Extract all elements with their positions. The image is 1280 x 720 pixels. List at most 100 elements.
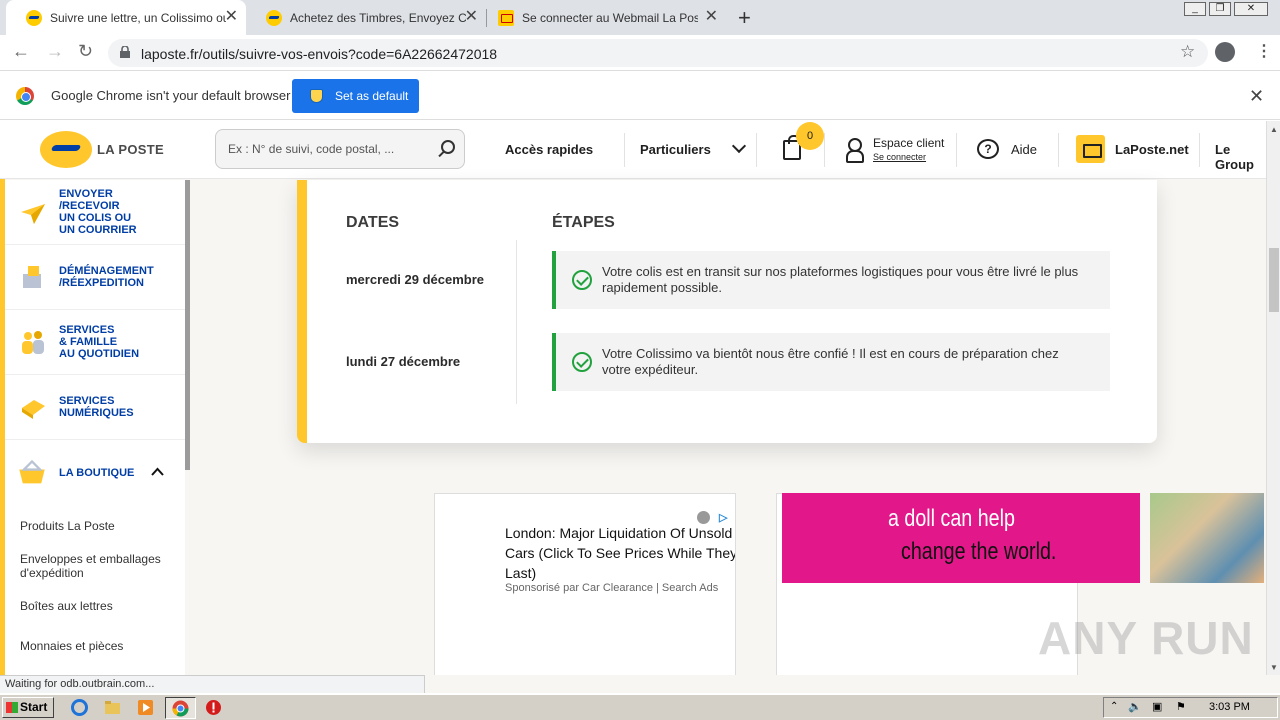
espace-client-link[interactable]: Espace client xyxy=(873,136,944,150)
doll-banner-ad[interactable]: a doll can help change the world. xyxy=(782,493,1140,583)
clock: 3:03 PM xyxy=(1209,701,1250,713)
dates-header: DATES xyxy=(346,214,400,231)
sponsored-ad[interactable]: ▷ London: Major Liquidation Of Unsold Ca… xyxy=(434,493,736,675)
cart-count-badge: 0 xyxy=(796,122,824,150)
digital-services-icon xyxy=(22,400,45,419)
chevron-up-icon[interactable] xyxy=(151,467,164,476)
ie-icon[interactable] xyxy=(71,699,88,716)
ad-photo-children[interactable] xyxy=(1150,493,1264,583)
nav-divider xyxy=(956,133,957,167)
flag-icon[interactable]: ⚑ xyxy=(1176,700,1186,713)
search-input[interactable]: Ex : N° de suivi, code postal, ... xyxy=(215,129,465,169)
event-date: lundi 27 décembre xyxy=(346,354,461,369)
steps-header: ÉTAPES xyxy=(552,214,615,231)
stop-icon[interactable] xyxy=(205,699,222,716)
family-icon xyxy=(22,331,44,354)
profile-avatar-icon[interactable] xyxy=(1215,42,1235,62)
search-icon[interactable] xyxy=(441,140,455,154)
tab-timbres[interactable]: Achetez des Timbres, Envoyez Cour ✕ xyxy=(246,0,486,35)
boutique-item-produits[interactable]: Produits La Poste xyxy=(20,519,115,533)
sidebar-item-envoyer[interactable]: ENVOYER /RECEVOIR UN COLIS OU UN COURRIE… xyxy=(5,180,185,245)
page-scrollbar[interactable]: ▲ ▼ xyxy=(1266,121,1280,675)
tracking-step: Votre Colissimo va bientôt nous être con… xyxy=(552,333,1110,391)
start-button[interactable]: Start xyxy=(2,697,54,718)
sidebar-item-boutique[interactable]: LA BOUTIQUE xyxy=(5,440,185,505)
timeline-divider xyxy=(516,240,517,404)
tab-webmail[interactable]: Se connecter au Webmail La Poste – ✕ xyxy=(486,0,726,35)
search-placeholder: Ex : N° de suivi, code postal, ... xyxy=(228,142,395,156)
nav-acces-rapides[interactable]: Accès rapides xyxy=(505,142,593,157)
user-icon[interactable] xyxy=(846,138,864,163)
tab-suivre[interactable]: Suivre une lettre, un Colissimo ou un ✕ xyxy=(6,0,246,35)
chevron-down-icon[interactable] xyxy=(731,138,747,154)
restore-icon[interactable]: ❐ xyxy=(1209,2,1231,16)
chrome-menu-icon[interactable]: ⋮ xyxy=(1256,41,1272,61)
sidebar-item-label: SERVICES & FAMILLE AU QUOTIDIEN xyxy=(59,324,140,360)
mail-favicon-icon xyxy=(498,9,514,26)
scrollbar-thumb[interactable] xyxy=(1269,248,1279,312)
mail-icon[interactable] xyxy=(1076,135,1105,163)
event-date: mercredi 29 décembre xyxy=(346,272,485,287)
site-header: LA POSTE Ex : N° de suivi, code postal, … xyxy=(0,121,1266,179)
shield-icon xyxy=(310,89,323,103)
sidebar-scrollbar[interactable] xyxy=(185,180,190,470)
infobar-close-icon[interactable]: ✕ xyxy=(1249,86,1264,107)
boutique-item-monnaies[interactable]: Monnaies et pièces xyxy=(20,639,123,653)
banner-line-1: a doll can help xyxy=(888,505,1015,532)
nav-le-groupe[interactable]: Le Group xyxy=(1215,142,1266,172)
tab-title: Se connecter au Webmail La Poste – xyxy=(522,10,698,25)
set-as-default-button[interactable]: Set as default xyxy=(292,79,419,113)
tab-title: Achetez des Timbres, Envoyez Cour xyxy=(290,10,466,25)
browser-toolbar: ← → ↻ laposte.fr/outils/suivre-vos-envoi… xyxy=(0,35,1280,71)
address-bar[interactable]: laposte.fr/outils/suivre-vos-envois?code… xyxy=(108,39,1208,67)
nav-laposte-net[interactable]: LaPoste.net xyxy=(1115,142,1189,157)
bookmark-star-icon[interactable]: ☆ xyxy=(1180,42,1195,62)
minimize-icon[interactable]: _ xyxy=(1184,2,1206,16)
windows-taskbar: Start ⌃ 🔈 ▣ ⚑ 3:03 PM xyxy=(0,694,1280,720)
anyrun-watermark: ANY RUN xyxy=(1038,612,1254,664)
sidebar-item-label: ENVOYER /RECEVOIR UN COLIS OU UN COURRIE… xyxy=(59,188,137,236)
volume-icon[interactable]: 🔈 xyxy=(1128,700,1142,713)
tab-title: Suivre une lettre, un Colissimo ou un xyxy=(50,10,226,25)
ad-sponsor: Sponsorisé par Car Clearance | Search Ad… xyxy=(505,582,719,594)
media-player-icon[interactable] xyxy=(137,699,154,716)
tray-expand-icon[interactable]: ⌃ xyxy=(1110,701,1118,712)
status-bubble: Waiting for odb.outbrain.com... xyxy=(0,675,425,693)
nav-particuliers[interactable]: Particuliers xyxy=(640,142,711,157)
tab-close-icon[interactable]: ✕ xyxy=(705,9,718,25)
help-icon[interactable]: ? xyxy=(977,139,999,159)
laposte-logo-icon[interactable] xyxy=(40,131,92,168)
sidebar-item-famille[interactable]: SERVICES & FAMILLE AU QUOTIDIEN xyxy=(5,310,185,375)
network-icon[interactable]: ▣ xyxy=(1152,700,1162,713)
page-content: LA POSTE Ex : N° de suivi, code postal, … xyxy=(0,121,1280,675)
scroll-up-icon[interactable]: ▲ xyxy=(1270,125,1278,134)
tab-close-icon[interactable]: ✕ xyxy=(225,9,238,25)
new-tab-icon[interactable]: + xyxy=(738,5,751,31)
boutique-item-enveloppes[interactable]: Enveloppes et emballages d'expédition xyxy=(20,552,161,580)
shop-basket-icon xyxy=(19,459,45,484)
folder-icon[interactable] xyxy=(104,699,121,716)
check-circle-icon xyxy=(572,352,592,372)
reload-icon[interactable]: ↻ xyxy=(78,41,93,62)
page-bottom-strip xyxy=(425,675,1280,693)
boutique-item-boites[interactable]: Boîtes aux lettres xyxy=(20,599,113,613)
chrome-taskbar-button[interactable] xyxy=(165,697,196,719)
sidebar-item-label: SERVICES NUMÉRIQUES xyxy=(59,395,134,419)
nav-divider xyxy=(624,133,625,167)
back-icon[interactable]: ← xyxy=(12,41,30,62)
nav-divider xyxy=(824,133,825,167)
tab-close-icon[interactable]: ✕ xyxy=(465,9,478,25)
window-close-icon[interactable]: ✕ xyxy=(1234,2,1268,16)
scroll-down-icon[interactable]: ▼ xyxy=(1270,663,1278,672)
set-as-default-label: Set as default xyxy=(335,89,409,103)
nav-aide[interactable]: Aide xyxy=(1011,142,1037,157)
system-tray: ⌃ 🔈 ▣ ⚑ 3:03 PM xyxy=(1103,697,1278,718)
laposte-favicon-icon xyxy=(266,9,282,26)
sidebar-item-numeriques[interactable]: SERVICES NUMÉRIQUES xyxy=(5,375,185,440)
ad-title[interactable]: London: Major Liquidation Of Unsold Cars… xyxy=(505,523,735,583)
logo-text: LA POSTE xyxy=(97,142,164,157)
sidebar-item-demenagement[interactable]: DÉMÉNAGEMENT /RÉEXPEDITION xyxy=(5,245,185,310)
se-connecter-link[interactable]: Se connecter xyxy=(873,152,926,162)
step-text: Votre colis est en transit sur nos plate… xyxy=(602,264,1079,295)
forward-icon[interactable]: → xyxy=(46,41,64,62)
